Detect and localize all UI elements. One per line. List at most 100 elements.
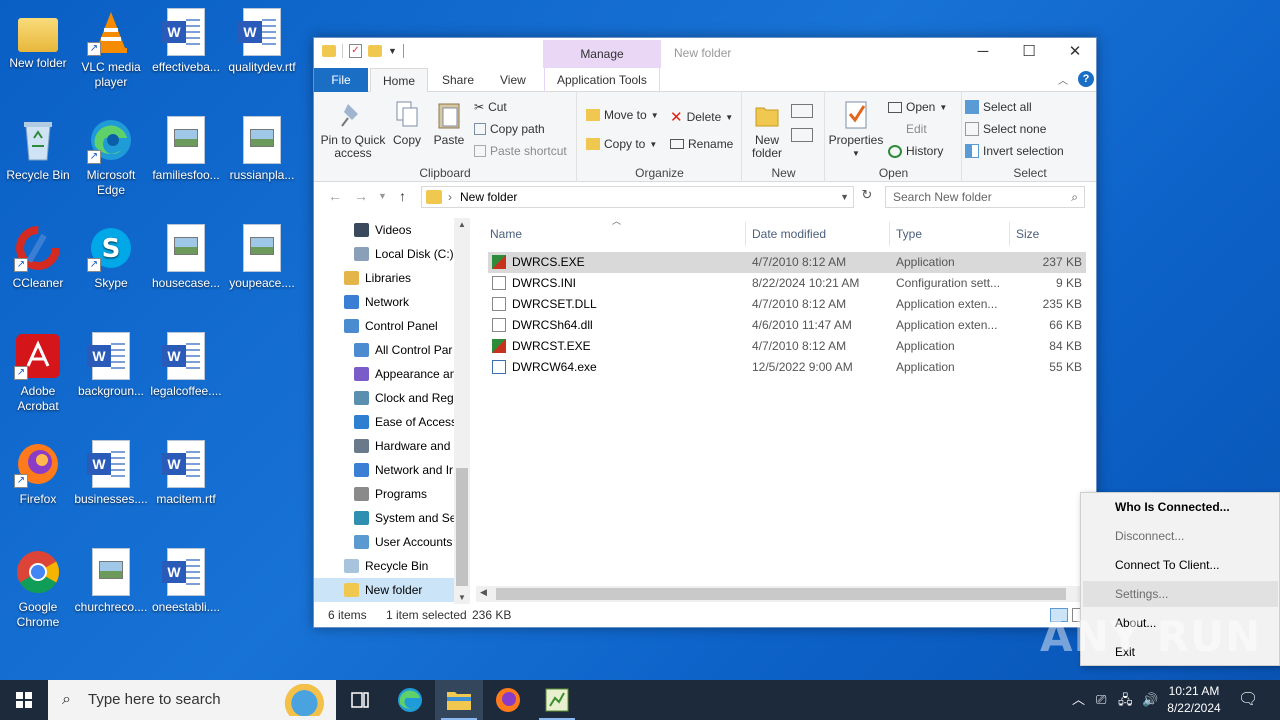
nav-item[interactable]: All Control Par (314, 338, 454, 362)
nav-item[interactable]: Appearance an (314, 362, 456, 386)
desktop-icon-effectiveba-doc[interactable]: W effectiveba... (148, 8, 224, 75)
edit-button[interactable]: Edit (888, 122, 927, 136)
nav-item[interactable]: Programs (314, 482, 454, 506)
desktop-icon-firefox[interactable]: ↗ Firefox (0, 440, 76, 507)
desktop-icon-vlc[interactable]: ↗ VLC media player (73, 8, 149, 90)
file-list-hscrollbar[interactable]: ◀ (476, 586, 1088, 602)
delete-button[interactable]: ✕ Delete ▼ (670, 108, 733, 126)
nav-item[interactable]: Local Disk (C:) (314, 242, 454, 266)
desktop-icon-qualitydev-doc[interactable]: W qualitydev.rtf (224, 8, 300, 75)
desktop-icon-youpeace-img[interactable]: youpeace.... (224, 224, 300, 291)
qat-dropdown-icon[interactable]: ▼ (388, 46, 397, 56)
start-button[interactable] (0, 680, 48, 720)
file-row[interactable]: DWRCS.EXE 4/7/2010 8:12 AM Application 237 … (488, 252, 1086, 273)
column-header-type[interactable]: Type (890, 222, 1010, 246)
taskbar-firefox[interactable] (484, 680, 532, 720)
nav-item[interactable]: Recycle Bin (314, 554, 454, 578)
help-icon[interactable]: ? (1078, 71, 1094, 87)
easy-access-icon[interactable] (791, 128, 813, 142)
desktop-icon-ccleaner[interactable]: ↗ CCleaner (0, 224, 76, 291)
scroll-up-arrow-icon[interactable]: ▲ (458, 220, 466, 229)
desktop-icon-new-folder[interactable]: New folder (0, 8, 76, 71)
desktop-icon-macitem-doc[interactable]: W macitem.rtf (148, 440, 224, 507)
desktop-icon-recycle-bin[interactable]: Recycle Bin (0, 116, 76, 183)
tray-app-icon[interactable]: ⎚ (1096, 680, 1106, 720)
pin-quick-access-button[interactable]: Pin to Quick access (318, 100, 388, 160)
move-to-button[interactable]: Move to ▼ (586, 108, 659, 122)
tab-manage[interactable]: Manage (543, 40, 661, 68)
scroll-left-arrow-icon[interactable]: ◀ (480, 587, 487, 598)
close-button[interactable]: ✕ (1052, 38, 1098, 68)
properties-button[interactable]: Properties ▼ (828, 100, 884, 160)
copy-path-button[interactable]: Copy path (474, 122, 545, 136)
column-header-date[interactable]: Date modified (746, 222, 890, 246)
new-folder-button[interactable]: New folder (747, 100, 787, 160)
invert-selection-button[interactable]: Invert selection (965, 144, 1064, 158)
nav-pane-scrollbar[interactable]: ▲ ▼ (454, 218, 470, 604)
tab-file[interactable]: File (314, 68, 368, 92)
cut-button[interactable]: ✂ Cut (474, 100, 507, 114)
copy-button[interactable]: Copy (388, 100, 426, 147)
task-view-button[interactable] (336, 680, 384, 720)
desktop-icon-adobe-acrobat[interactable]: ↗ Adobe Acrobat (0, 332, 76, 414)
back-button[interactable]: ← (328, 188, 342, 204)
navigation-pane[interactable]: Videos Local Disk (C:) Libraries Network Con… (314, 218, 470, 604)
desktop-icon-oneestabli-doc[interactable]: W oneestabli.... (148, 548, 224, 615)
menu-item-who-is-connected[interactable]: Who Is Connected... (1115, 493, 1230, 522)
desktop-icon-background-doc[interactable]: W backgroun... (73, 332, 149, 399)
taskbar-search-box[interactable]: ⌕ Type here to search (48, 680, 336, 720)
file-row[interactable]: DWRCST.EXE 4/7/2010 8:12 AM Application 84 … (488, 336, 1086, 357)
network-icon[interactable]: 🖧 (1118, 680, 1133, 720)
file-row[interactable]: DWRCSh64.dll 4/6/2010 11:47 AM Application… (488, 315, 1086, 336)
nav-item[interactable]: Control Panel (314, 314, 454, 338)
desktop-icon-skype[interactable]: S ↗ Skype (73, 224, 149, 291)
column-header-size[interactable]: Size (1010, 222, 1088, 246)
desktop-icon-edge[interactable]: ↗ Microsoft Edge (73, 116, 149, 198)
notifications-icon[interactable]: 🗨 (1238, 680, 1258, 720)
address-bar[interactable]: › New folder ▼ (421, 186, 854, 208)
up-button[interactable]: ↑ (399, 188, 406, 204)
history-button[interactable]: History (888, 144, 943, 158)
tab-application-tools[interactable]: Application Tools (544, 68, 660, 92)
refresh-button[interactable]: ↻ (858, 187, 876, 207)
tab-share[interactable]: Share (430, 68, 486, 92)
maximize-button[interactable]: ☐ (1006, 38, 1052, 68)
minimize-button[interactable]: ─ (960, 38, 1006, 68)
nav-item[interactable]: New folder (314, 578, 454, 602)
scrollbar-thumb[interactable] (496, 588, 1066, 600)
menu-item-disconnect[interactable]: Disconnect... (1115, 522, 1184, 551)
new-folder-icon[interactable] (368, 45, 382, 57)
tab-home[interactable]: Home (370, 68, 429, 93)
file-row[interactable]: DWRCW64.exe 12/5/2022 9:00 AM Application 5… (488, 357, 1086, 378)
select-none-button[interactable]: Select none (965, 122, 1046, 136)
paste-button[interactable]: Paste (430, 100, 468, 147)
nav-item[interactable]: Ease of Access (314, 410, 457, 434)
nav-item[interactable]: Videos (314, 218, 454, 242)
title-bar[interactable]: ✓ ▼ Manage New folder ─ ☐ ✕ (314, 38, 1096, 68)
scrollbar-thumb[interactable] (456, 468, 468, 586)
search-box[interactable]: Search New folder ⌕ (885, 186, 1085, 208)
menu-item-connect-to-client[interactable]: Connect To Client... (1115, 551, 1220, 580)
address-dropdown-icon[interactable]: ▼ (840, 187, 849, 207)
file-list[interactable]: ︿ Name Date modified Type Size DWRCS.EXE… (484, 216, 1088, 604)
nav-item[interactable]: Libraries (314, 266, 454, 290)
scroll-down-arrow-icon[interactable]: ▼ (458, 593, 466, 602)
nav-item[interactable]: Clock and Regi (314, 386, 456, 410)
nav-item[interactable]: User Accounts (314, 530, 454, 554)
taskbar-dameware-app[interactable] (533, 680, 581, 720)
rename-button[interactable]: Rename (670, 137, 733, 151)
desktop-icon-russianpla-img[interactable]: russianpla... (224, 116, 300, 183)
desktop-icon-legalcoffee-doc[interactable]: W legalcoffee.... (148, 332, 224, 399)
forward-button[interactable]: → (354, 188, 368, 204)
properties-check-icon[interactable]: ✓ (349, 44, 362, 58)
paste-shortcut-button[interactable]: Paste shortcut (474, 144, 567, 158)
file-row[interactable]: DWRCS.INI 8/22/2024 10:21 AM Configuration… (488, 273, 1086, 294)
taskbar-edge[interactable] (386, 680, 434, 720)
taskbar-file-explorer[interactable] (435, 680, 483, 720)
tab-view[interactable]: View (488, 68, 538, 92)
file-explorer-window[interactable]: ✓ ▼ Manage New folder ─ ☐ ✕ File Home Sh… (313, 37, 1097, 628)
nav-item[interactable]: System and Se (314, 506, 456, 530)
recent-locations-button[interactable]: ▼ (378, 191, 387, 201)
file-row[interactable]: DWRCSET.DLL 4/7/2010 8:12 AM Application e… (488, 294, 1086, 315)
breadcrumb-current[interactable]: New folder (460, 190, 517, 204)
